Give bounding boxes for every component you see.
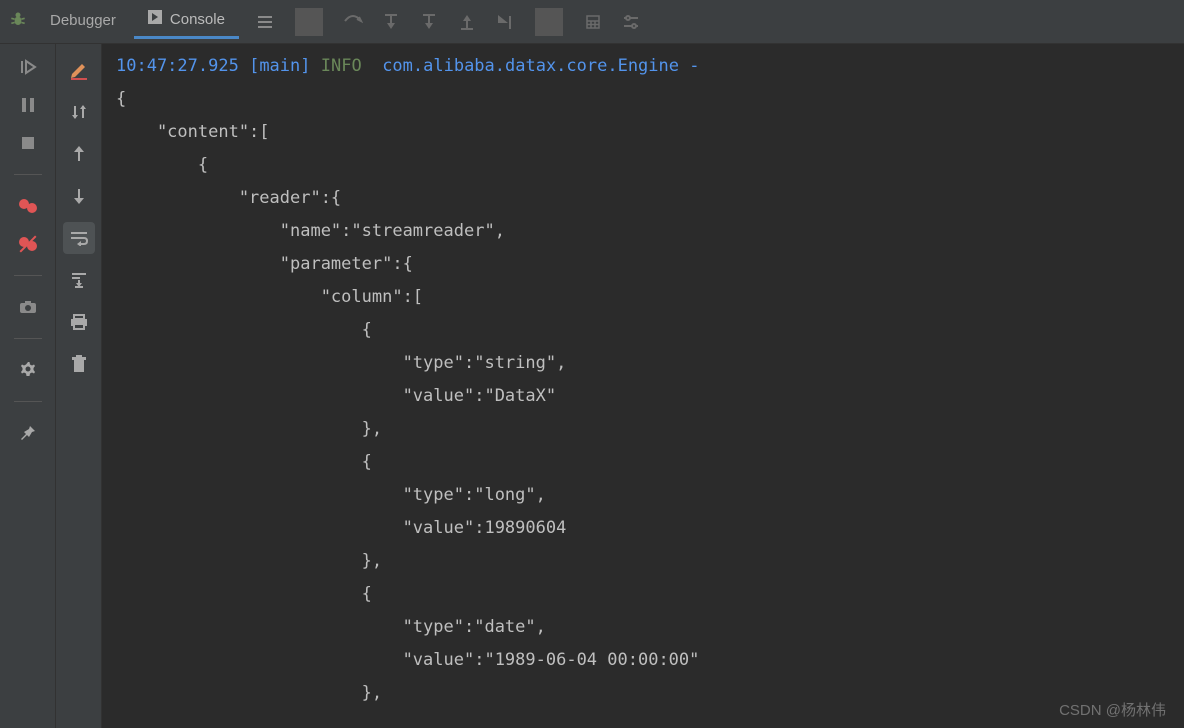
stop-icon[interactable]	[17, 132, 39, 154]
debugger-tab-label: Debugger	[50, 12, 116, 29]
sort-icon[interactable]	[63, 96, 95, 128]
settings-sliders-icon[interactable]	[617, 8, 645, 36]
soft-wrap-icon[interactable]	[63, 222, 95, 254]
scroll-to-end-icon[interactable]	[63, 264, 95, 296]
console-tab-label: Console	[170, 11, 225, 28]
separator	[295, 8, 323, 36]
menu-icon[interactable]	[251, 8, 279, 36]
print-icon[interactable]	[63, 306, 95, 338]
force-step-into-icon[interactable]	[415, 8, 443, 36]
run-to-cursor-icon[interactable]	[491, 8, 519, 36]
trash-icon[interactable]	[63, 348, 95, 380]
separator	[14, 401, 42, 402]
tab-debugger[interactable]: Debugger	[36, 6, 130, 37]
down-arrow-icon[interactable]	[63, 180, 95, 212]
step-out-icon[interactable]	[453, 8, 481, 36]
up-arrow-icon[interactable]	[63, 138, 95, 170]
console-run-icon	[148, 10, 162, 28]
camera-icon[interactable]	[17, 296, 39, 318]
separator	[535, 8, 563, 36]
top-bar: Debugger Console	[0, 0, 1184, 44]
separator	[14, 275, 42, 276]
mute-breakpoints-icon[interactable]	[17, 233, 39, 255]
separator	[14, 174, 42, 175]
breakpoints-icon[interactable]	[17, 195, 39, 217]
separator	[14, 338, 42, 339]
gear-icon[interactable]	[17, 359, 39, 381]
main-area: 10:47:27.925 [main] INFO com.alibaba.dat…	[0, 44, 1184, 728]
step-over-icon[interactable]	[339, 8, 367, 36]
tab-console[interactable]: Console	[134, 4, 239, 39]
console-tool-column	[56, 44, 102, 728]
step-into-icon[interactable]	[377, 8, 405, 36]
watermark: CSDN @杨林伟	[1059, 699, 1166, 720]
calculator-icon[interactable]	[579, 8, 607, 36]
console-output[interactable]: 10:47:27.925 [main] INFO com.alibaba.dat…	[102, 44, 1184, 728]
resume-icon[interactable]	[17, 56, 39, 78]
pin-icon[interactable]	[17, 422, 39, 444]
left-debug-column	[0, 44, 56, 728]
pause-icon[interactable]	[17, 94, 39, 116]
bug-icon	[8, 10, 28, 34]
edit-icon[interactable]	[63, 54, 95, 86]
top-toolbar-icons	[251, 8, 645, 36]
tab-strip: Debugger Console	[36, 4, 239, 39]
